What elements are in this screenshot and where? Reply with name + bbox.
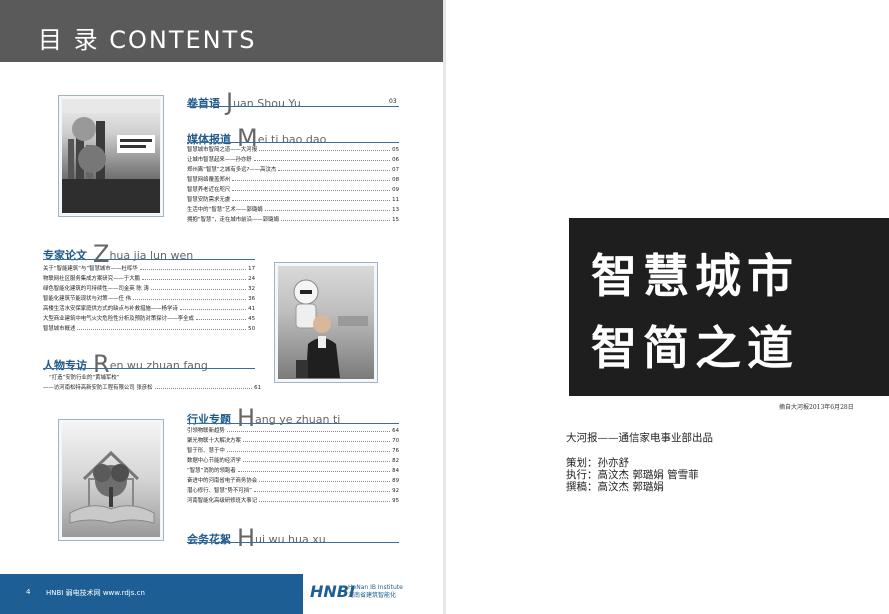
section-rule xyxy=(43,368,255,369)
toc-entry[interactable]: 物联网社区服务集成方案研究——于大鹏 24 xyxy=(43,274,255,284)
renwu-line-2: ——访河南松特高新安防工程有限公司 张彦松 xyxy=(43,385,153,391)
toc-entry[interactable]: 智于形、慧于中 76 xyxy=(187,446,399,456)
section-pinyin: ang ye zhuan ti xyxy=(255,413,341,426)
section-label: 会务花絮 xyxy=(187,533,231,546)
org-text: HeNan IB Institute 河南省建筑智能化 xyxy=(348,584,403,600)
page-number: 4 xyxy=(26,588,31,596)
article-opening-page: 智慧城市 智简之道 摘自大河报2013年6月28日 大河报——通信家电事业部出品… xyxy=(446,0,889,614)
toc-entry[interactable]: 引领物联新趋势 64 xyxy=(187,426,399,436)
renwu-line-1: “打造”安防行业的“黄埔军校” xyxy=(49,375,120,381)
org-name-zh: 河南省建筑智能化 xyxy=(348,592,397,599)
toc-entry[interactable]: 大型商业建筑中电气火灾危险性分析及预防对策探讨——李全成 45 xyxy=(43,314,255,324)
renwu-page: 61 xyxy=(254,385,261,391)
section-rule xyxy=(187,542,399,543)
toc-entry[interactable]: 智慧养老近在咫尺 09 xyxy=(187,185,399,195)
toc-entry[interactable]: 拥抱“智慧”，走在城市前沿——郭璐娟 15 xyxy=(187,215,399,225)
toc-entry[interactable]: 智慧城市智简之道——大河报 05 xyxy=(187,145,399,155)
source-note: 摘自大河报2013年6月28日 xyxy=(779,404,854,411)
article-title-line-1: 智慧城市 xyxy=(591,249,799,303)
meiti-list: 智慧城市智简之道——大河报 05 让城市智慧起来——孙亦舒 06 郑州离“智慧”之城… xyxy=(187,145,399,225)
zhuanjia-list: 关于“智能建筑”与“智慧城市——杜晖华 17 物联网社区服务集成方案研究——于大鹏… xyxy=(43,264,255,334)
section-pinyin: ui wu hua xu xyxy=(255,533,326,546)
title-block: 智慧城市 智简之道 xyxy=(569,218,889,396)
contents-header: 目 录 CONTENTS xyxy=(0,0,443,62)
toc-entry[interactable]: 数据中心节能的经济学 82 xyxy=(187,456,399,466)
contents-page: 目 录 CONTENTS 卷首语 Juan Shou Yu 03 媒体报道 Me… xyxy=(0,0,443,614)
magazine-spread: 目 录 CONTENTS 卷首语 Juan Shou Yu 03 媒体报道 Me… xyxy=(0,0,889,614)
toc-entry[interactable]: 河南智能化高级研修班大事记 95 xyxy=(187,496,399,506)
footer-band: 4 HNBI 弱电技术网 www.rdjs.cn xyxy=(0,574,303,614)
section-label: 专家论文 xyxy=(43,249,87,262)
toc-entry[interactable]: 智慧城市概述 50 xyxy=(43,324,255,334)
section-rule xyxy=(187,142,399,143)
toc-entry[interactable]: 智能化建筑节能现状与对策——任 伟 36 xyxy=(43,294,255,304)
toc-entry[interactable]: 绿色智能化建筑的可持续性——司金英 陈 涛 32 xyxy=(43,284,255,294)
toc-entry[interactable]: “智慧”消防的领跑者 84 xyxy=(187,466,399,476)
toc-entry[interactable]: 智慧网络覆盖郑州 08 xyxy=(187,175,399,185)
toc-entry[interactable]: 聚光物联十大解决方案 70 xyxy=(187,436,399,446)
toc-entry[interactable]: 生活中的“智慧”艺术——郭璐娟 13 xyxy=(187,205,399,215)
section-heading-juanshouyu[interactable]: 卷首语 Juan Shou Yu xyxy=(187,88,301,116)
org-name-en: HeNan IB Institute xyxy=(348,584,403,591)
publisher-line: 大河报——通信家电事业部出品 xyxy=(566,432,713,444)
section-pinyin: hua jia lun wen xyxy=(109,249,194,262)
section-pinyin: en wu zhuan fang xyxy=(109,359,208,372)
section-label: 行业专题 xyxy=(187,413,231,426)
toc-entry[interactable]: 郑州离“智慧”之城有多远?——高汶杰 07 xyxy=(187,165,399,175)
toc-entry[interactable]: 高楼生活水安保家庭供方式的缺点与补救措施——杨学诗 41 xyxy=(43,304,255,314)
footer-site[interactable]: HNBI 弱电技术网 www.rdjs.cn xyxy=(46,588,145,598)
hands-house-photo xyxy=(58,419,164,541)
renwu-entry[interactable]: “打造”安防行业的“黄埔军校” ——访河南松特高新安防工程有限公司 张彦松 61 xyxy=(43,373,261,393)
page-footer: 4 HNBI 弱电技术网 www.rdjs.cn HNBI HeNan IB I… xyxy=(0,574,443,614)
section-rule xyxy=(187,106,399,107)
interview-photo xyxy=(274,262,378,383)
section-label: 卷首语 xyxy=(187,97,220,110)
writer-line: 撰稿：高汶杰 郭璐娟 xyxy=(566,481,664,493)
contents-title: 目 录 CONTENTS xyxy=(38,26,257,54)
section-heading-huaxu[interactable]: 会务花絮 Hui wu hua xu xyxy=(187,524,326,552)
toc-entry[interactable]: 让城市智慧起来——孙亦舒 06 xyxy=(187,155,399,165)
toc-entry[interactable]: 奋进中的河南省电子商务协会 89 xyxy=(187,476,399,486)
magazine-cover-thumbnail xyxy=(58,95,164,217)
hangye-list: 引领物联新趋势 64 聚光物联十大解决方案 70 智于形、慧于中 76 数据中心节能的… xyxy=(187,426,399,506)
section-pinyin: uan Shou Yu xyxy=(233,97,301,110)
toc-entry[interactable]: 潜心修行、智慧“势不可挡” 92 xyxy=(187,486,399,496)
toc-entry[interactable]: 智慧安防需求无虞 11 xyxy=(187,195,399,205)
section-page-number: 03 xyxy=(389,98,397,105)
section-label: 人物专访 xyxy=(43,359,87,372)
article-title-line-2: 智简之道 xyxy=(591,321,799,375)
toc-entry[interactable]: 关于“智能建筑”与“智慧城市——杜晖华 17 xyxy=(43,264,255,274)
section-rule xyxy=(187,423,399,424)
section-rule xyxy=(43,259,255,260)
section-initial: H xyxy=(237,524,256,552)
